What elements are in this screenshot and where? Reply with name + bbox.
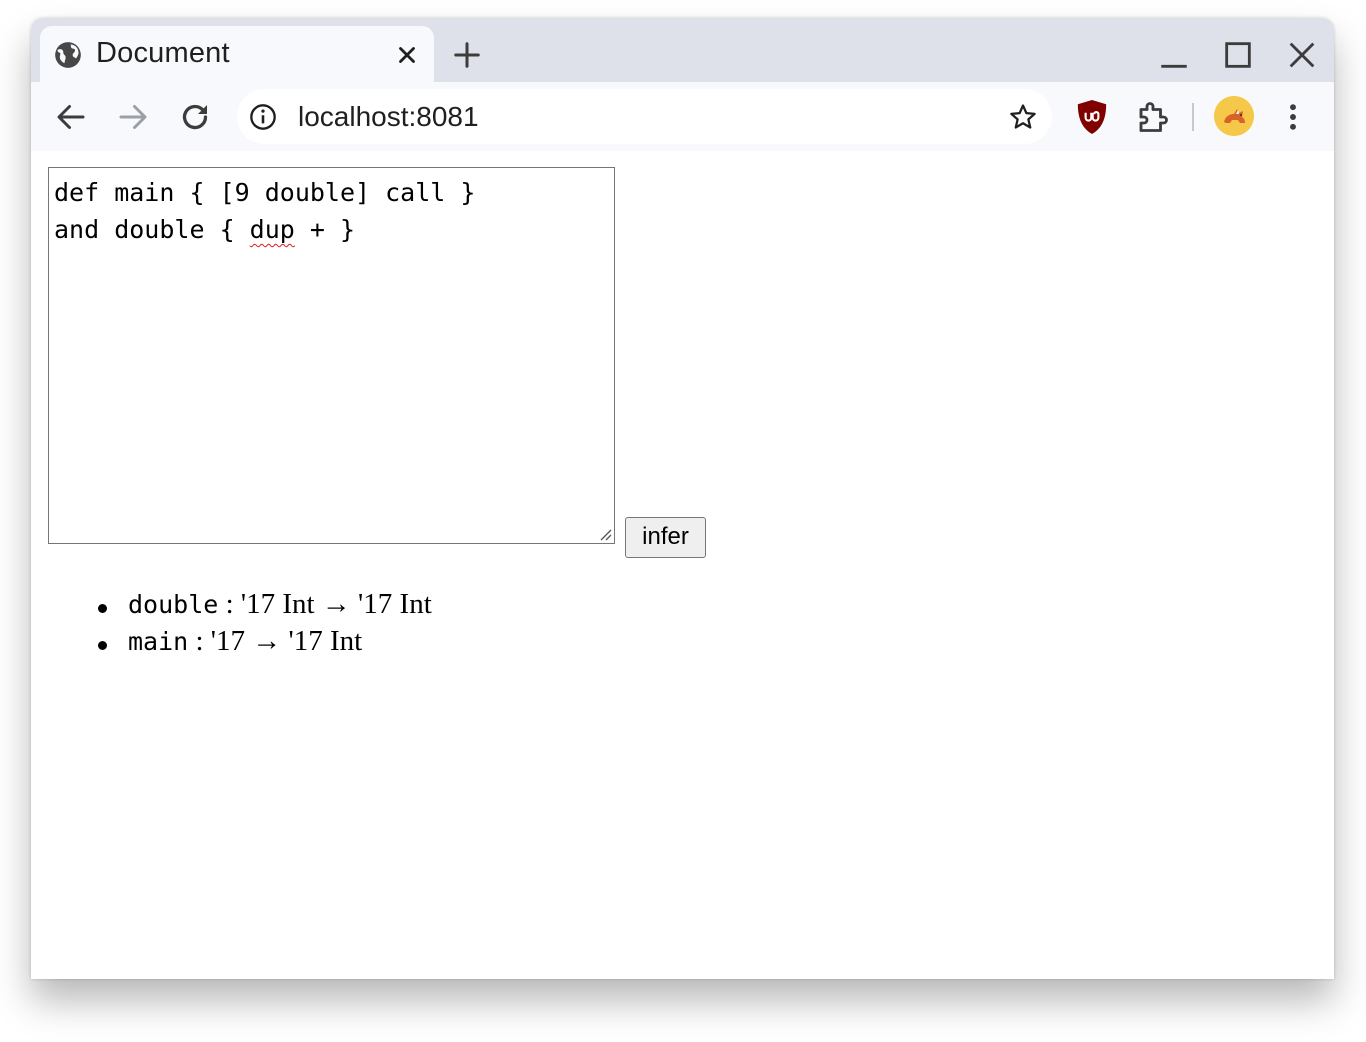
puzzle-icon[interactable]: [1135, 99, 1171, 135]
ublock-shield-icon[interactable]: [1075, 98, 1109, 136]
tab-document[interactable]: Document: [40, 26, 434, 90]
back-arrow-icon[interactable]: [53, 99, 89, 135]
info-icon[interactable]: [249, 103, 277, 131]
code-line-2-prefix: and double {: [54, 215, 250, 244]
result-type: : '17 → '17 Int: [188, 625, 363, 657]
bullet-icon: [98, 604, 107, 613]
maximize-icon[interactable]: [1221, 38, 1255, 72]
code-text[interactable]: def main { [9 double] call } and double …: [54, 174, 475, 248]
result-name: main: [128, 627, 189, 656]
result-name: double: [128, 590, 219, 619]
list-item: main : '17 → '17 Int: [31, 625, 432, 662]
spellcheck-word: dup: [249, 215, 295, 244]
result-type: : '17 Int → '17 Int: [218, 588, 432, 620]
address-bar[interactable]: localhost:8081: [237, 89, 1052, 144]
url-text[interactable]: localhost:8081: [298, 101, 479, 133]
results-list: double : '17 Int → '17 Int main : '17 → …: [31, 588, 432, 662]
globe-icon: [55, 42, 81, 68]
tab-strip: Document: [31, 18, 1334, 90]
close-icon[interactable]: [394, 42, 420, 68]
window-close-icon[interactable]: [1285, 38, 1319, 72]
star-icon[interactable]: [1008, 102, 1038, 132]
code-textarea[interactable]: def main { [9 double] call } and double …: [48, 167, 615, 544]
browser-window: Document localhost:8081 def main {[9 do…: [31, 18, 1334, 979]
minimize-icon[interactable]: [1157, 38, 1191, 72]
kebab-menu-icon[interactable]: [1279, 99, 1307, 135]
reload-icon[interactable]: [177, 99, 213, 135]
forward-arrow-icon[interactable]: [115, 99, 151, 135]
browser-toolbar: localhost:8081: [31, 82, 1334, 151]
code-line-1: def main { [9 double] call }: [54, 178, 476, 207]
list-item: double : '17 Int → '17 Int: [31, 588, 432, 625]
profile-dog-icon: [1214, 96, 1254, 136]
toolbar-divider: [1192, 103, 1194, 131]
bullet-icon: [98, 641, 107, 650]
code-line-2-suffix: + }: [294, 215, 356, 244]
resize-handle-icon[interactable]: [598, 527, 612, 541]
code-line-2: and double { dup + }: [54, 215, 355, 244]
page-content: def main { [9 double] call } and double …: [31, 151, 1334, 979]
tab-title: Document: [96, 37, 230, 69]
infer-button[interactable]: infer: [625, 517, 706, 558]
avatar[interactable]: [1214, 96, 1254, 136]
plus-icon[interactable]: [452, 40, 482, 70]
